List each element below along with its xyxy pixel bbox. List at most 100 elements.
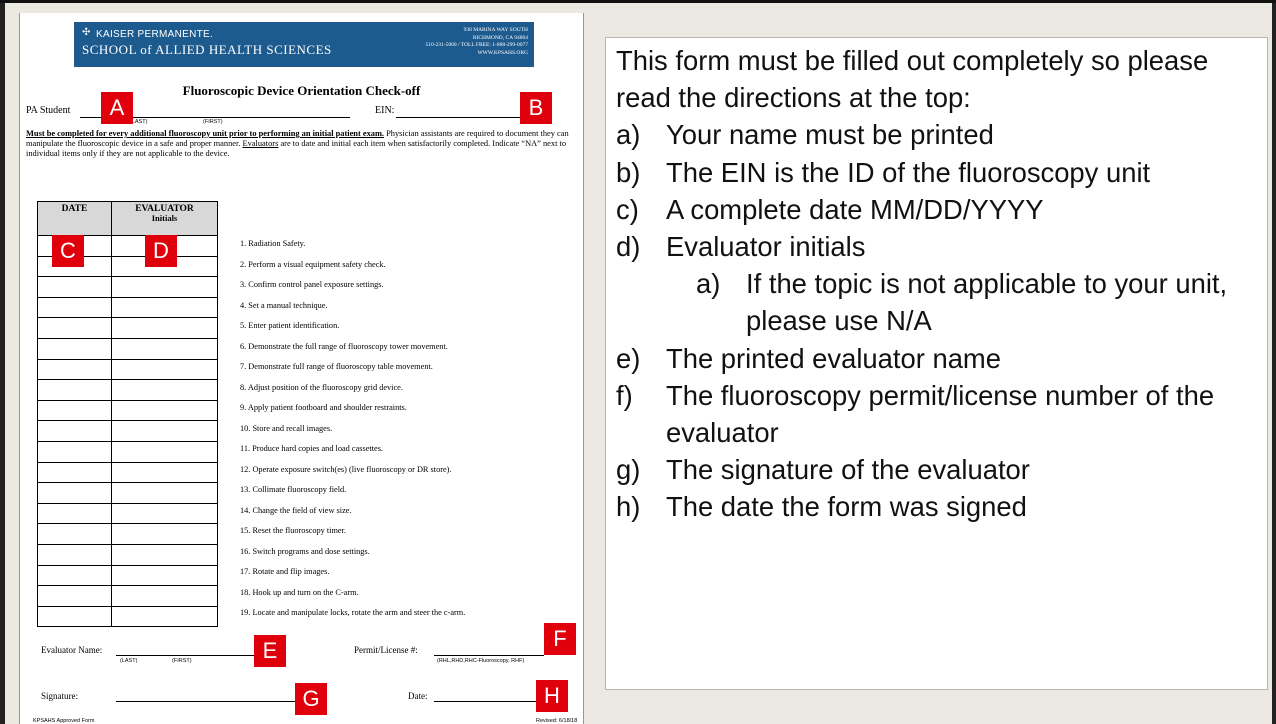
list-item: 9. Apply patient footboard and shoulder … bbox=[240, 403, 407, 412]
list-item: 16. Switch programs and dose settings. bbox=[240, 546, 370, 556]
date-label: Date: bbox=[408, 691, 428, 701]
form-instructions: Must be completed for every additional f… bbox=[26, 129, 569, 158]
initials-cell[interactable] bbox=[111, 337, 218, 360]
initials-cell[interactable] bbox=[111, 317, 218, 339]
address-block: 938 MARINA WAY SOUTH RICHMOND, CA 94804 … bbox=[425, 27, 528, 56]
evaluator-name-line bbox=[116, 655, 256, 656]
table-row bbox=[37, 502, 218, 525]
first-label: (FIRST) bbox=[203, 119, 223, 125]
revised-note: Revised: 6/18/18 bbox=[536, 718, 578, 724]
table-row bbox=[37, 482, 218, 504]
list-item: 4. Set a manual technique. bbox=[240, 300, 328, 310]
list-item: c) A complete date MM/DD/YYYY bbox=[616, 193, 1044, 225]
initials-cell[interactable] bbox=[111, 379, 218, 401]
initials-cell[interactable] bbox=[111, 585, 218, 607]
date-cell[interactable] bbox=[37, 523, 112, 545]
slide: ✣ KAISER PERMANENTE. SCHOOL of ALLIED HE… bbox=[0, 0, 1276, 724]
initials-cell[interactable] bbox=[111, 605, 218, 628]
table-row bbox=[37, 317, 218, 339]
right-border bbox=[1272, 3, 1276, 724]
ein-line bbox=[396, 117, 536, 118]
initials-cell[interactable] bbox=[111, 543, 218, 566]
marker-d: D bbox=[145, 235, 177, 267]
list-item: f) The fluoroscopy permit/license number … bbox=[616, 379, 1215, 449]
date-cell[interactable] bbox=[37, 482, 112, 504]
table-row bbox=[37, 358, 218, 381]
initials-cell[interactable] bbox=[111, 420, 218, 442]
initials-cell[interactable] bbox=[111, 482, 218, 504]
date-cell[interactable] bbox=[37, 379, 112, 401]
table-row bbox=[37, 543, 218, 566]
ein-label: EIN: bbox=[375, 105, 395, 116]
date-cell[interactable] bbox=[37, 337, 112, 360]
instructions-text: This form must be filled out completely … bbox=[616, 42, 1266, 526]
eval-first-label: (FIRST) bbox=[172, 658, 192, 664]
initials-cell[interactable] bbox=[111, 399, 218, 422]
date-cell[interactable] bbox=[37, 420, 112, 442]
list-item: 14. Change the field of view size. bbox=[240, 505, 352, 515]
date-cell[interactable] bbox=[37, 502, 112, 525]
date-cell[interactable] bbox=[37, 399, 112, 422]
list-item: 3. Confirm control panel exposure settin… bbox=[240, 280, 384, 289]
signature-label: Signature: bbox=[41, 691, 78, 701]
initials-cell[interactable] bbox=[111, 564, 218, 587]
list-item: 10. Store and recall images. bbox=[240, 423, 333, 433]
date-cell[interactable] bbox=[37, 605, 112, 628]
table-row bbox=[37, 461, 218, 484]
list-item: a) Your name must be printed bbox=[616, 119, 994, 151]
marker-h: H bbox=[536, 680, 568, 712]
table-row bbox=[37, 440, 218, 463]
initials-cell[interactable] bbox=[111, 523, 218, 545]
date-cell[interactable] bbox=[37, 276, 112, 298]
initials-cell[interactable] bbox=[111, 296, 218, 319]
initials-cell[interactable] bbox=[111, 461, 218, 484]
table-row bbox=[37, 605, 218, 628]
list-item: 18. Hook up and turn on the C-arm. bbox=[240, 587, 359, 597]
date-cell[interactable] bbox=[37, 461, 112, 484]
date-column-header: DATE bbox=[37, 201, 112, 236]
date-cell[interactable] bbox=[37, 564, 112, 587]
evaluator-column-header: EVALUATOR Initials bbox=[111, 201, 218, 236]
table-row bbox=[37, 276, 218, 298]
kaiser-logo-icon: ✣ bbox=[82, 27, 91, 38]
date-cell[interactable] bbox=[37, 543, 112, 566]
table-row bbox=[37, 337, 218, 360]
table-row bbox=[37, 296, 218, 319]
marker-e: E bbox=[254, 635, 286, 667]
list-item: g) The signature of the evaluator bbox=[616, 454, 1030, 486]
approved-note: KPSAHS Approved Form bbox=[33, 718, 95, 724]
list-item-sub: a) If the topic is not applicable to your… bbox=[696, 268, 1228, 337]
school-name: SCHOOL of ALLIED HEALTH SCIENCES bbox=[82, 42, 332, 57]
list-item: 17. Rotate and flip images. bbox=[240, 567, 330, 576]
list-item: 11. Produce hard copies and load cassett… bbox=[240, 444, 383, 453]
date-cell[interactable] bbox=[37, 358, 112, 381]
marker-a: A bbox=[101, 92, 133, 124]
list-item: 7. Demonstrate full range of fluoroscopy… bbox=[240, 362, 433, 371]
list-item: 5. Enter patient identification. bbox=[240, 321, 340, 330]
permit-line bbox=[434, 655, 544, 656]
header-banner: ✣ KAISER PERMANENTE. SCHOOL of ALLIED HE… bbox=[74, 22, 534, 67]
list-item: 19. Locate and manipulate locks, rotate … bbox=[240, 608, 466, 617]
table-row bbox=[37, 420, 218, 442]
list-item: 1. Radiation Safety. bbox=[240, 239, 306, 248]
list-item: 6. Demonstrate the full range of fluoros… bbox=[240, 341, 448, 351]
table-row bbox=[37, 399, 218, 422]
date-cell[interactable] bbox=[37, 317, 112, 339]
checklist-items: 1. Radiation Safety. 2. Perform a visual… bbox=[240, 239, 465, 629]
date-cell[interactable] bbox=[37, 296, 112, 319]
initials-cell[interactable] bbox=[111, 276, 218, 298]
eval-last-label: (LAST) bbox=[120, 658, 138, 664]
list-item: 13. Collimate fluoroscopy field. bbox=[240, 485, 347, 494]
initials-cell[interactable] bbox=[111, 440, 218, 463]
initials-cell[interactable] bbox=[111, 358, 218, 381]
list-item: e) The printed evaluator name bbox=[616, 342, 1001, 374]
left-border bbox=[0, 3, 5, 724]
permit-note: (RHL,RHD,RHC-Fluoroscopy, RHF) bbox=[437, 658, 525, 664]
initials-cell[interactable] bbox=[111, 502, 218, 525]
permit-label: Permit/License #: bbox=[354, 645, 418, 655]
date-cell[interactable] bbox=[37, 440, 112, 463]
org-name: KAISER PERMANENTE. bbox=[96, 29, 214, 40]
list-item: 12. Operate exposure switch(es) (live fl… bbox=[240, 464, 452, 474]
date-cell[interactable] bbox=[37, 585, 112, 607]
list-item: 2. Perform a visual equipment safety che… bbox=[240, 259, 386, 269]
